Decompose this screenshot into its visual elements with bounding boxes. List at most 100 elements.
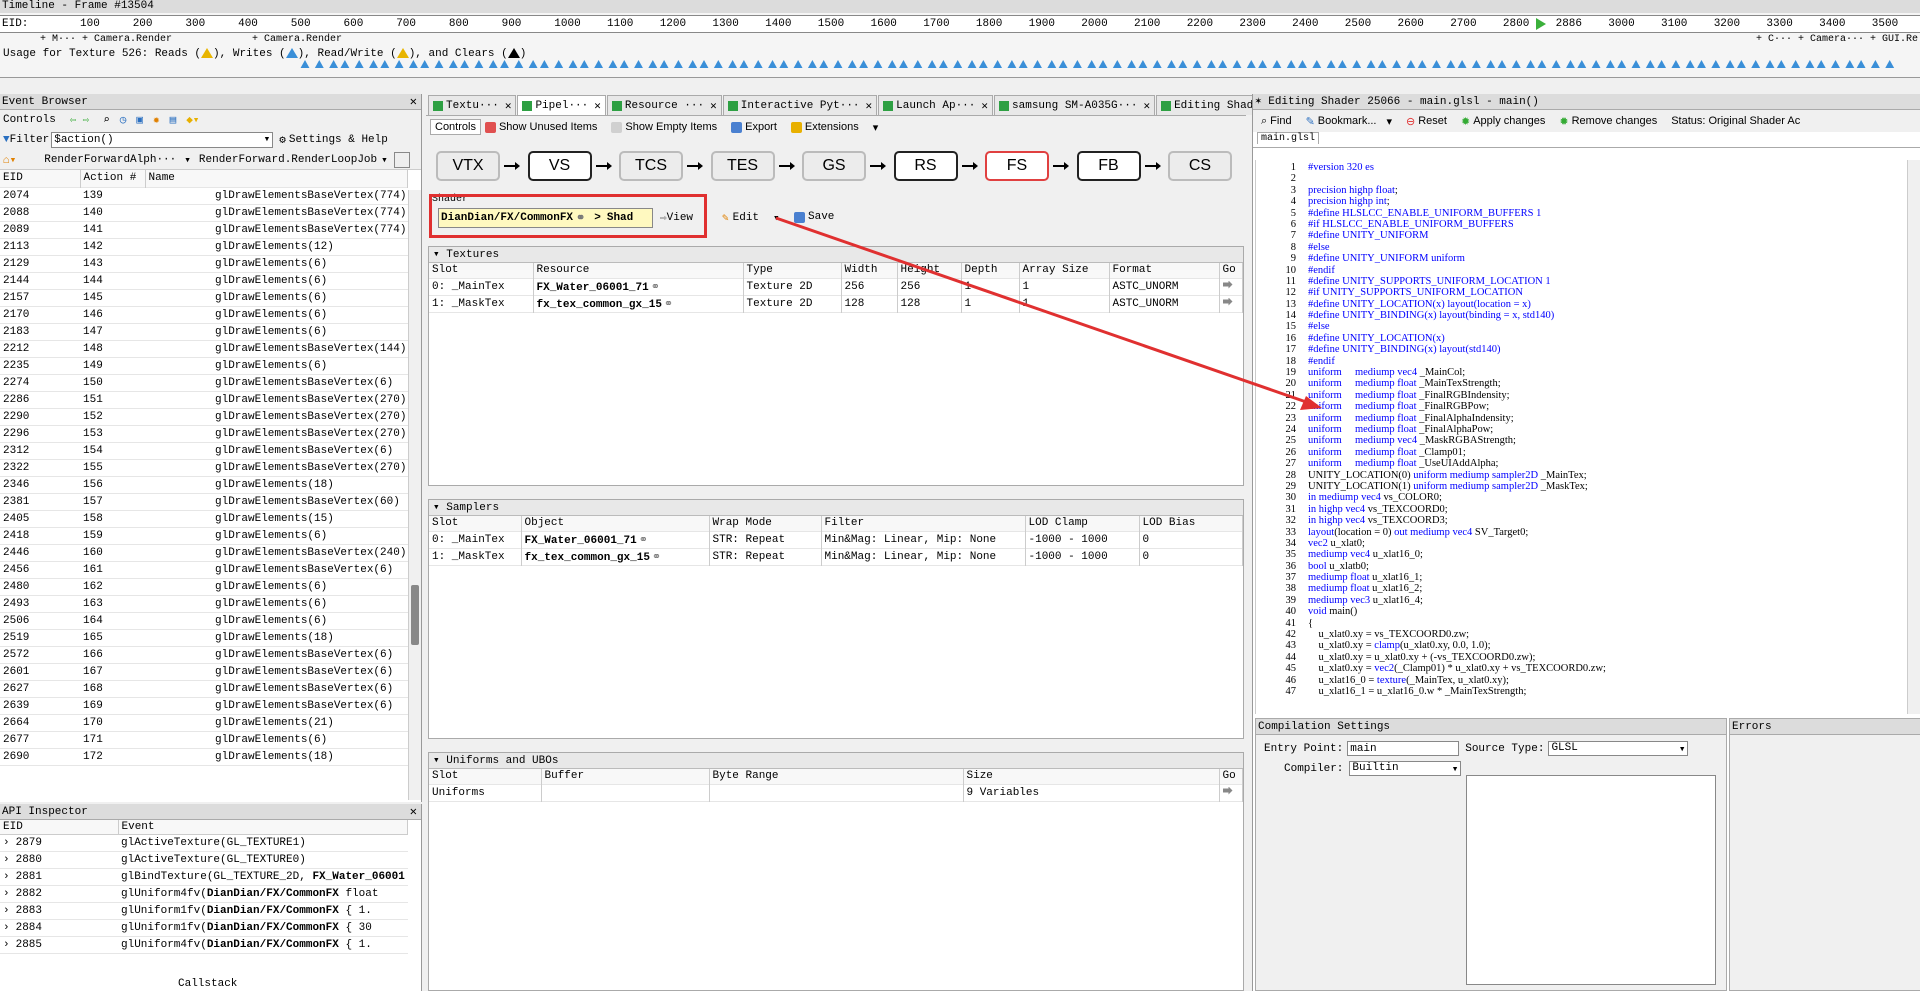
col-header[interactable]: Size	[963, 769, 1220, 784]
go-arrow-icon[interactable]	[1222, 297, 1233, 306]
api-row[interactable]: › 2884 glUniform1fv(DianDian/FX/CommonFX {…	[0, 919, 408, 936]
stage-fb[interactable]: FB	[1076, 151, 1141, 181]
export-button[interactable]: Export	[745, 121, 777, 133]
show-empty-button[interactable]: Show Empty Items	[625, 121, 717, 133]
event-row[interactable]: 2446 160 glDrawElementsBaseVertex(240)	[0, 544, 408, 561]
event-row[interactable]: 2290 152 glDrawElementsBaseVertex(270)	[0, 408, 408, 425]
api-row[interactable]: › 2883 glUniform1fv(DianDian/FX/CommonFX {…	[0, 902, 408, 919]
compiler-select[interactable]: Builtin ▾	[1349, 761, 1462, 776]
breadcrumb-item-1[interactable]: RenderForwardAlph···	[44, 154, 176, 166]
tab-5[interactable]: samsung SM-A035G··· ✕	[994, 95, 1156, 115]
marker-left[interactable]: + M··· + Camera.Render	[40, 34, 172, 46]
event-row[interactable]: 2157 145 glDrawElements(6)	[0, 289, 408, 306]
event-row[interactable]: 2074 139 glDrawElementsBaseVertex(774)	[0, 187, 408, 204]
api-resource-link[interactable]: DianDian/FX/CommonFX	[207, 939, 339, 951]
go-arrow-icon[interactable]	[1222, 280, 1233, 289]
event-row[interactable]: 2129 143 glDrawElements(6)	[0, 255, 408, 272]
api-row[interactable]: › 2882 glUniform4fv(DianDian/FX/CommonFX f…	[0, 885, 408, 902]
col-header[interactable]: Height	[897, 263, 962, 278]
find-button[interactable]: Find	[1270, 115, 1291, 127]
stage-gs[interactable]: GS	[802, 151, 866, 181]
stage-vs[interactable]: VS	[527, 151, 592, 181]
table-row[interactable]: 0: _MainTex FX_Water_06001_71 ⚭ STR: Repeat…	[429, 531, 1243, 548]
stage-tes[interactable]: TES	[710, 151, 775, 181]
table-row[interactable]: 1: _MaskTex fx_tex_common_gx_15 ⚭ Texture 2…	[429, 295, 1243, 312]
col-header[interactable]: Slot	[429, 263, 534, 278]
binoculars-icon[interactable]: ⌕	[103, 113, 110, 127]
close-icon[interactable]: ✕	[505, 99, 512, 113]
event-row[interactable]: 2183 147 glDrawElements(6)	[0, 323, 408, 340]
gear-icon[interactable]: ✹	[153, 113, 160, 127]
api-resource-link[interactable]: DianDian/FX/CommonFX	[207, 922, 339, 934]
save-button[interactable]: Save	[794, 211, 834, 223]
event-row[interactable]: 2418 159 glDrawElements(6)	[0, 527, 408, 544]
stage-cs[interactable]: CS	[1168, 151, 1232, 181]
home-icon[interactable]: ⌂▾	[3, 153, 16, 167]
api-row[interactable]: › 2881 glBindTexture(GL_TEXTURE_2D, FX_Wat…	[0, 868, 408, 885]
stage-vtx[interactable]: VTX	[436, 151, 500, 181]
event-row[interactable]: 2493 163 glDrawElements(6)	[0, 595, 408, 612]
event-row[interactable]: 2480 162 glDrawElements(6)	[0, 578, 408, 595]
timer-icon[interactable]: ◷	[120, 113, 127, 127]
tab-2[interactable]: Resource ··· ✕	[606, 95, 722, 115]
col-header[interactable]: Resource	[533, 263, 744, 278]
col-action[interactable]: Action #	[80, 170, 146, 187]
code-editor[interactable]: 1 #version 320 es 2 3 precision highp float;…	[1255, 160, 1905, 714]
marker-mid[interactable]: + Camera.Render	[252, 34, 342, 46]
col-eid[interactable]: EID	[0, 170, 81, 187]
col-header[interactable]: Filter	[821, 516, 1026, 531]
breadcrumb-item-2[interactable]: RenderForward.RenderLoopJob	[199, 154, 377, 166]
col-header[interactable]: Format	[1109, 263, 1220, 278]
col-name[interactable]: Name	[145, 170, 408, 187]
close-icon[interactable]: ✕	[1143, 99, 1150, 113]
expand-chevron-icon[interactable]: ›	[3, 905, 10, 917]
event-row[interactable]: 2113 142 glDrawElements(12)	[0, 238, 408, 255]
link-icon[interactable]: ⚭	[664, 299, 673, 311]
link-icon[interactable]: ⚭	[652, 552, 661, 564]
event-row[interactable]: 2664 170 glDrawElements(21)	[0, 714, 408, 731]
tab-0[interactable]: Textu··· ✕	[428, 95, 517, 115]
col-header[interactable]: Slot	[429, 516, 522, 531]
event-row[interactable]: 2296 153 glDrawElementsBaseVertex(270)	[0, 425, 408, 442]
expand-chevron-icon[interactable]: ›	[3, 939, 10, 951]
api-resource-link[interactable]: FX_Water_06001	[312, 871, 404, 883]
link-icon[interactable]: ⚭	[639, 535, 648, 547]
col-header[interactable]: LOD Clamp	[1025, 516, 1140, 531]
bookmark-button[interactable]: Bookmark...	[1318, 115, 1377, 127]
event-row[interactable]: 2627 168 glDrawElementsBaseVertex(6)	[0, 680, 408, 697]
edit-bookmark-icon[interactable]	[393, 151, 410, 168]
col-header[interactable]: Go	[1219, 263, 1243, 278]
col-header[interactable]: Object	[521, 516, 710, 531]
back-arrow-icon[interactable]: ⇦	[70, 113, 77, 127]
scroll-thumb[interactable]	[411, 585, 419, 645]
remove-changes-button[interactable]: Remove changes	[1572, 115, 1658, 127]
samplers-title[interactable]: ▾ Samplers	[429, 500, 1243, 516]
apply-changes-button[interactable]: Apply changes	[1473, 115, 1545, 127]
tab-1[interactable]: Pipel··· ✕	[517, 95, 606, 115]
col-header[interactable]: Type	[743, 263, 842, 278]
event-row[interactable]: 2519 165 glDrawElements(18)	[0, 629, 408, 646]
api-resource-link[interactable]: DianDian/FX/CommonFX	[207, 888, 339, 900]
table-row[interactable]: 0: _MainTex FX_Water_06001_71 ⚭ Texture 2D 2…	[429, 278, 1243, 295]
stage-tcs[interactable]: TCS	[619, 151, 683, 181]
save-icon[interactable]: ▤	[170, 113, 177, 127]
close-icon[interactable]: ✕	[410, 804, 417, 820]
close-icon[interactable]: ✕	[866, 99, 873, 113]
event-row[interactable]: 2405 158 glDrawElements(15)	[0, 510, 408, 527]
event-row[interactable]: 2456 161 glDrawElementsBaseVertex(6)	[0, 561, 408, 578]
close-icon[interactable]: ✕	[594, 99, 601, 113]
timeline-ruler[interactable]: EID: 100 200 300 400 500 600 700 800 900 1000 1100…	[0, 15, 1920, 33]
expand-chevron-icon[interactable]: ›	[3, 871, 10, 883]
api-resource-link[interactable]: DianDian/FX/CommonFX	[207, 905, 339, 917]
col-header[interactable]: Slot	[429, 769, 542, 784]
col-header[interactable]: Go	[1219, 769, 1243, 784]
event-row[interactable]: 2144 144 glDrawElements(6)	[0, 272, 408, 289]
show-unused-button[interactable]: Show Unused Items	[499, 121, 597, 133]
tab-main-glsl[interactable]: main.glsl	[1257, 132, 1320, 144]
close-icon[interactable]: ✕	[981, 99, 988, 113]
uniforms-title[interactable]: ▾ Uniforms and UBOs	[429, 753, 1243, 769]
bookmark-icon[interactable]: ▣	[136, 113, 143, 127]
event-row[interactable]: 2572 166 glDrawElementsBaseVertex(6)	[0, 646, 408, 663]
event-row[interactable]: 2381 157 glDrawElementsBaseVertex(60)	[0, 493, 408, 510]
event-row[interactable]: 2170 146 glDrawElements(6)	[0, 306, 408, 323]
